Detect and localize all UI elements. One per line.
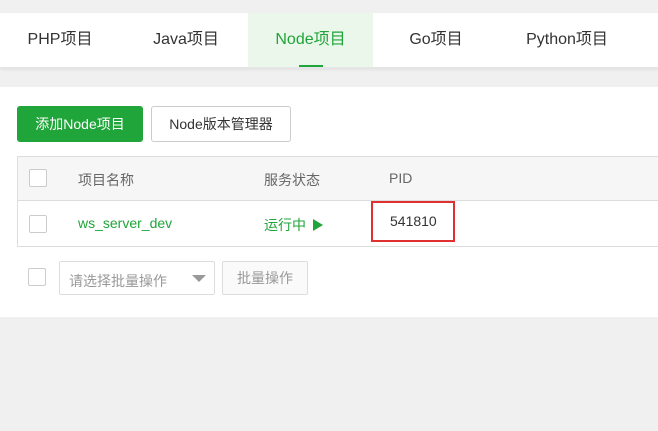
status-label: 运行中 xyxy=(264,217,306,233)
project-table: 项目名称 服务状态 PID ws_server_dev 运行中 541810 xyxy=(17,156,658,247)
batch-select-checkbox[interactable] xyxy=(28,268,46,286)
header-pid: PID xyxy=(389,170,413,186)
active-tab-indicator xyxy=(298,65,323,67)
select-all-checkbox[interactable] xyxy=(29,169,47,187)
tab-go[interactable]: Go项目 xyxy=(376,13,496,67)
tab-node[interactable]: Node项目 xyxy=(248,13,373,67)
project-panel: 添加Node项目 Node版本管理器 项目名称 服务状态 PID ws_serv… xyxy=(0,87,658,317)
tab-label: Node项目 xyxy=(275,31,346,48)
tab-label: PHP项目 xyxy=(27,31,93,48)
tab-php[interactable]: PHP项目 xyxy=(0,13,120,67)
node-version-manager-button[interactable]: Node版本管理器 xyxy=(151,106,291,142)
tab-java[interactable]: Java项目 xyxy=(126,13,246,67)
play-icon xyxy=(313,219,323,231)
batch-operation-button[interactable]: 批量操作 xyxy=(222,261,308,295)
table-row: ws_server_dev 运行中 541810 xyxy=(18,201,658,247)
status-running[interactable]: 运行中 xyxy=(264,215,323,235)
add-node-project-button[interactable]: 添加Node项目 xyxy=(17,106,143,142)
row-checkbox[interactable] xyxy=(29,215,47,233)
pid-highlight-box: 541810 xyxy=(371,201,455,242)
header-project-name: 项目名称 xyxy=(78,172,134,188)
tab-label: Java项目 xyxy=(153,31,219,48)
batch-operation-select[interactable]: 请选择批量操作 xyxy=(59,261,215,295)
project-type-tabs: PHP项目 Java项目 Node项目 Go项目 Python项目 xyxy=(0,13,658,68)
tab-label: Python项目 xyxy=(526,31,608,48)
pid-value: 541810 xyxy=(390,213,437,229)
chevron-down-icon xyxy=(192,275,206,282)
tab-label: Go项目 xyxy=(409,31,463,48)
select-placeholder: 请选择批量操作 xyxy=(69,273,167,289)
project-name-link[interactable]: ws_server_dev xyxy=(78,215,172,231)
header-service-status: 服务状态 xyxy=(264,172,320,188)
tab-python[interactable]: Python项目 xyxy=(505,13,629,67)
table-header: 项目名称 服务状态 PID xyxy=(18,157,658,201)
